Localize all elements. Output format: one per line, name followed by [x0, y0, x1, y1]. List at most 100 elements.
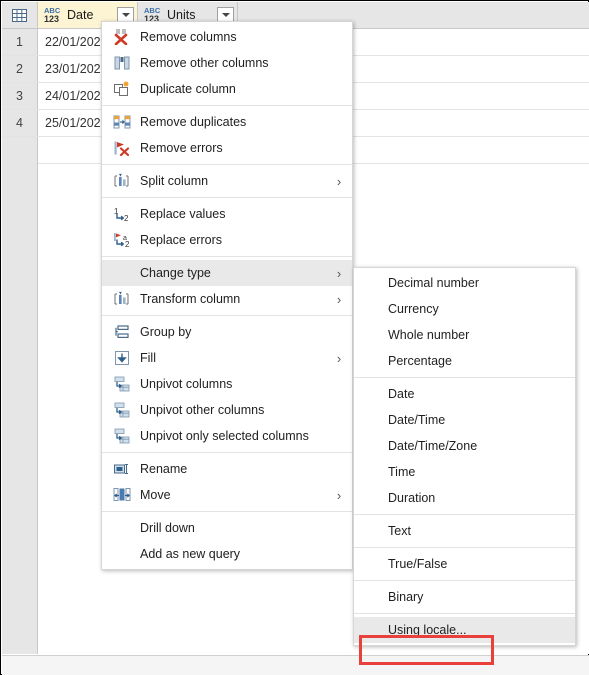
submenu-item-decimal-number[interactable]: Decimal number: [354, 270, 575, 296]
menu-item-label: Unpivot only selected columns: [140, 429, 309, 443]
menu-item-group-by[interactable]: Group by: [102, 319, 352, 345]
menu-item-label: Remove other columns: [140, 56, 269, 70]
menu-item-change-type[interactable]: Change type ›: [102, 260, 352, 286]
menu-item-duplicate-column[interactable]: Duplicate column: [102, 76, 352, 102]
remove-duplicates-icon: [110, 113, 134, 131]
menu-item-unpivot-only-selected-columns[interactable]: Unpivot only selected columns: [102, 423, 352, 449]
menu-item-replace-values[interactable]: 1 2 Replace values: [102, 201, 352, 227]
replace-values-icon: 1 2: [110, 205, 134, 223]
submenu-item-percentage[interactable]: Percentage: [354, 348, 575, 374]
chevron-right-icon: ›: [336, 487, 342, 503]
submenu-item-binary[interactable]: Binary: [354, 584, 575, 610]
fill-down-icon: [110, 349, 134, 367]
menu-item-label: Date/Time/Zone: [388, 439, 478, 453]
menu-item-label: Time: [388, 465, 416, 479]
submenu-item-date[interactable]: Date: [354, 381, 575, 407]
menu-item-unpivot-columns[interactable]: Unpivot columns: [102, 371, 352, 397]
menu-item-label: Add as new query: [140, 547, 241, 561]
menu-item-label: Percentage: [388, 354, 452, 368]
menu-item-label: Rename: [140, 462, 188, 476]
submenu-item-whole-number[interactable]: Whole number: [354, 322, 575, 348]
unpivot-icon: [110, 375, 134, 393]
svg-text:2: 2: [124, 214, 129, 222]
menu-item-remove-errors[interactable]: Remove errors: [102, 135, 352, 161]
menu-separator: [102, 105, 352, 106]
menu-item-label: Fill: [140, 351, 156, 365]
menu-separator: [102, 256, 352, 257]
menu-item-label: Move: [140, 488, 171, 502]
menu-item-split-column[interactable]: Split column ›: [102, 168, 352, 194]
chevron-right-icon: ›: [336, 173, 342, 189]
split-column-icon: [110, 172, 134, 190]
menu-item-label: Remove columns: [140, 30, 237, 44]
menu-item-label: Decimal number: [388, 276, 480, 290]
row-number: 3: [2, 83, 38, 109]
menu-item-label: Unpivot columns: [140, 377, 233, 391]
menu-separator: [354, 613, 575, 614]
menu-item-transform-column[interactable]: Transform column ›: [102, 286, 352, 312]
row-number: 2: [2, 56, 38, 82]
menu-item-remove-other-columns[interactable]: Remove other columns: [102, 50, 352, 76]
menu-separator: [102, 315, 352, 316]
menu-item-remove-columns[interactable]: Remove columns: [102, 24, 352, 50]
row-number: 1: [2, 29, 38, 55]
column-header-label: Date: [67, 8, 94, 22]
unpivot-icon: [110, 401, 134, 419]
no-icon: [110, 264, 134, 282]
menu-item-remove-duplicates[interactable]: Remove duplicates: [102, 109, 352, 135]
menu-item-replace-errors[interactable]: a 2 Replace errors: [102, 227, 352, 253]
submenu-item-using-locale[interactable]: Using locale...: [354, 617, 575, 643]
menu-item-label: Binary: [388, 590, 424, 604]
menu-item-label: Replace errors: [140, 233, 222, 247]
table-glyph: [12, 8, 27, 22]
svg-text:2: 2: [125, 240, 130, 248]
menu-separator: [354, 547, 575, 548]
menu-item-add-as-new-query[interactable]: Add as new query: [102, 541, 352, 567]
menu-item-label: Drill down: [140, 521, 195, 535]
no-icon: [110, 545, 134, 563]
rename-icon: [110, 460, 134, 478]
menu-item-label: Remove duplicates: [140, 115, 247, 129]
menu-separator: [354, 580, 575, 581]
submenu-item-time[interactable]: Time: [354, 459, 575, 485]
chevron-right-icon: ›: [336, 350, 342, 366]
menu-item-label: Duration: [388, 491, 436, 505]
menu-item-label: Group by: [140, 325, 192, 339]
column-header-label: Units: [167, 8, 196, 22]
submenu-item-text[interactable]: Text: [354, 518, 575, 544]
select-all-table-icon[interactable]: [2, 2, 38, 28]
menu-item-label: Transform column: [140, 292, 241, 306]
menu-separator: [102, 164, 352, 165]
menu-item-fill[interactable]: Fill ›: [102, 345, 352, 371]
menu-item-label: Using locale...: [388, 623, 467, 637]
status-bar: [2, 655, 589, 675]
power-query-window: ABC 123 Date ABC 123 Units 1 22/01/202 2…: [0, 0, 589, 675]
submenu-item-currency[interactable]: Currency: [354, 296, 575, 322]
replace-errors-icon: a 2: [110, 231, 134, 249]
menu-item-label: Date: [388, 387, 415, 401]
menu-item-drill-down[interactable]: Drill down: [102, 515, 352, 541]
menu-item-label: Text: [388, 524, 411, 538]
menu-separator: [102, 197, 352, 198]
menu-item-rename[interactable]: Rename: [102, 456, 352, 482]
submenu-item-duration[interactable]: Duration: [354, 485, 575, 511]
submenu-item-date-time[interactable]: Date/Time: [354, 407, 575, 433]
submenu-item-true-false[interactable]: True/False: [354, 551, 575, 577]
row-number-gutter-background: [2, 140, 38, 654]
remove-errors-icon: [110, 139, 134, 157]
menu-separator: [102, 511, 352, 512]
menu-item-label: Whole number: [388, 328, 470, 342]
menu-item-unpivot-other-columns[interactable]: Unpivot other columns: [102, 397, 352, 423]
abc123-any-type-icon: ABC 123: [44, 5, 61, 24]
menu-item-label: Split column: [140, 174, 209, 188]
submenu-item-date-time-zone[interactable]: Date/Time/Zone: [354, 433, 575, 459]
menu-item-label: Replace values: [140, 207, 226, 221]
menu-item-label: Unpivot other columns: [140, 403, 265, 417]
menu-item-label: Currency: [388, 302, 439, 316]
change-type-submenu: Decimal number Currency Whole number Per…: [353, 267, 576, 646]
duplicate-column-icon: [110, 80, 134, 98]
menu-item-label: Date/Time: [388, 413, 446, 427]
remove-columns-icon: [110, 28, 134, 46]
menu-item-label: True/False: [388, 557, 448, 571]
menu-item-move[interactable]: Move ›: [102, 482, 352, 508]
